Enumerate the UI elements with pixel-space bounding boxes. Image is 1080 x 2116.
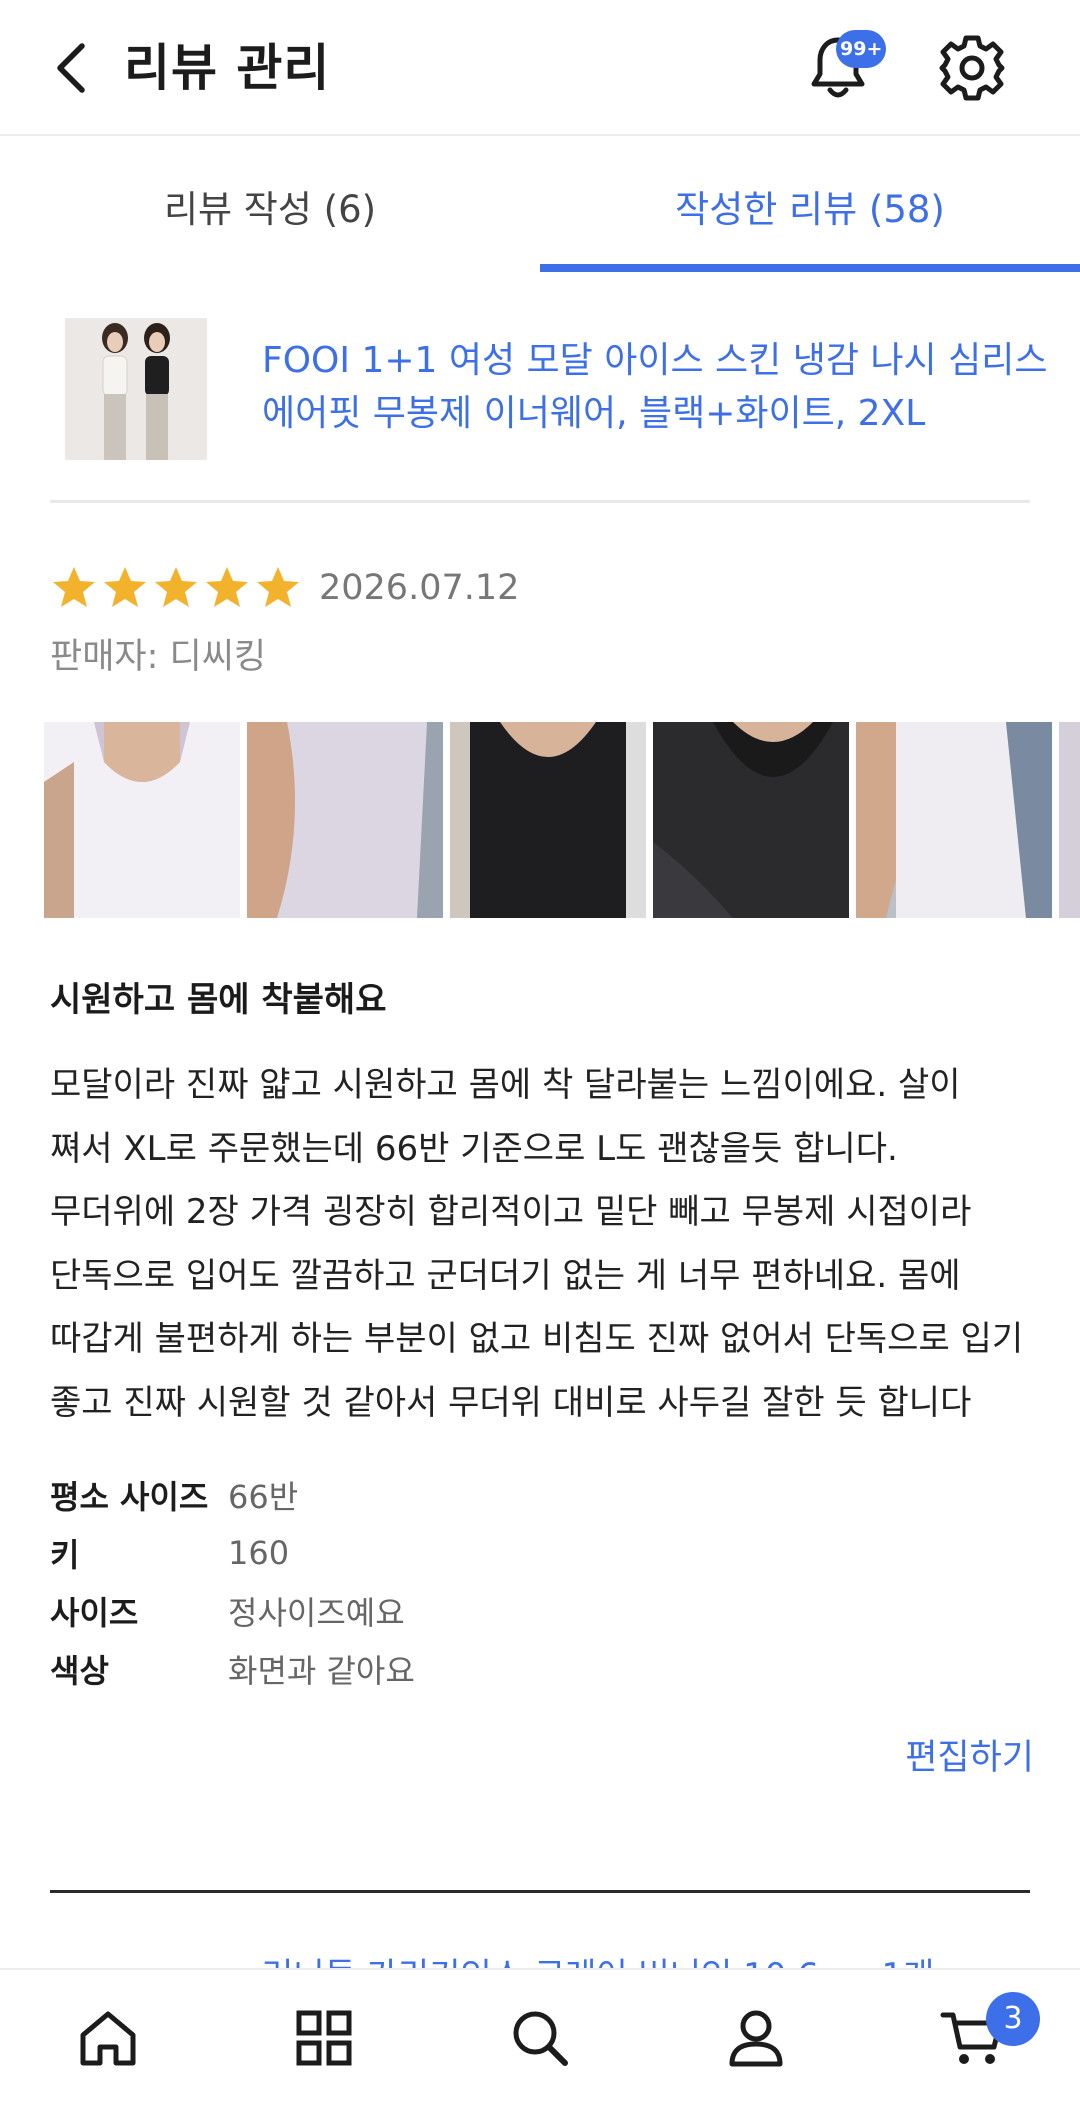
page-title: 리뷰 관리 [124,39,331,97]
review-attributes: 평소 사이즈 66반 키 160 사이즈 정사이즈예요 색상 화면과 같아요 [50,1466,650,1698]
attribute-row: 키 160 [50,1524,650,1582]
attribute-value: 160 [228,1534,290,1572]
gear-icon [939,35,1005,101]
product-name-link[interactable]: FOOI 1+1 여성 모달 아이스 스킨 냉감 나시 심리스 에어핏 무봉제 … [262,334,1052,440]
nav-search[interactable] [502,2000,578,2076]
nav-categories[interactable] [286,2000,362,2076]
star-icon [206,567,248,607]
attribute-key: 키 [50,1536,80,1574]
star-icon [53,567,95,607]
bottom-navigation [0,1968,1080,2116]
review-title: 시원하고 몸에 착붙해요 [50,980,387,1020]
tab-write-review[interactable]: 리뷰 작성 (6) [0,138,540,274]
product-thumbnail [65,318,207,460]
star-rating [50,564,305,612]
attribute-row: 사이즈 정사이즈예요 [50,1582,650,1640]
app-header: 리뷰 관리 99+ [0,0,1080,136]
attribute-key: 사이즈 [50,1594,139,1632]
product-card[interactable]: FOOI 1+1 여성 모달 아이스 스킨 냉감 나시 심리스 에어핏 무봉제 … [50,312,1047,462]
cart-count-badge: 3 [986,1992,1040,2046]
review-photos [44,722,1080,920]
review-body: 모달이라 진짜 얇고 시원하고 몸에 착 달라붙는 느낌이에요. 살이 쪄서 X… [50,1065,1024,1423]
star-icon [257,567,299,607]
review-photo[interactable] [450,722,646,918]
edit-review-button[interactable]: 편집하기 [905,1732,1034,1784]
divider [50,1890,1030,1893]
star-icon [104,567,146,607]
notification-count-badge: 99+ [836,30,887,68]
attribute-key: 평소 사이즈 [50,1478,209,1516]
active-tab-indicator [540,264,1080,272]
attribute-value: 66반 [228,1478,299,1516]
review-photo[interactable] [1059,722,1080,918]
rating-row: 2026.07.12 [50,560,519,616]
search-icon [513,2011,568,2066]
star-icon [155,567,197,607]
attribute-value: 화면과 같아요 [228,1652,415,1690]
divider [50,500,1030,503]
attribute-row: 색상 화면과 같아요 [50,1640,650,1698]
back-button[interactable] [44,36,100,100]
review-tabs: 리뷰 작성 (6) 작성한 리뷰 (58) [0,138,1080,274]
attribute-key: 색상 [50,1652,109,1690]
tab-written-reviews[interactable]: 작성한 리뷰 (58) [540,138,1080,274]
grid-icon [296,2010,352,2066]
review-photo[interactable] [856,722,1052,918]
settings-button[interactable] [934,30,1010,106]
attribute-value: 정사이즈예요 [228,1594,405,1632]
seller-label: 판매자: 디씨킹 [50,637,267,677]
review-photo[interactable] [44,722,240,918]
review-photo[interactable] [653,722,849,918]
attribute-row: 평소 사이즈 66반 [50,1466,650,1524]
home-icon [80,2011,136,2066]
review-date: 2026.07.12 [319,568,520,608]
nav-home[interactable] [70,2000,146,2076]
nav-my-page[interactable] [718,2000,794,2076]
review-photo[interactable] [247,722,443,918]
chevron-left-icon [57,43,85,93]
profile-icon [729,2010,783,2067]
